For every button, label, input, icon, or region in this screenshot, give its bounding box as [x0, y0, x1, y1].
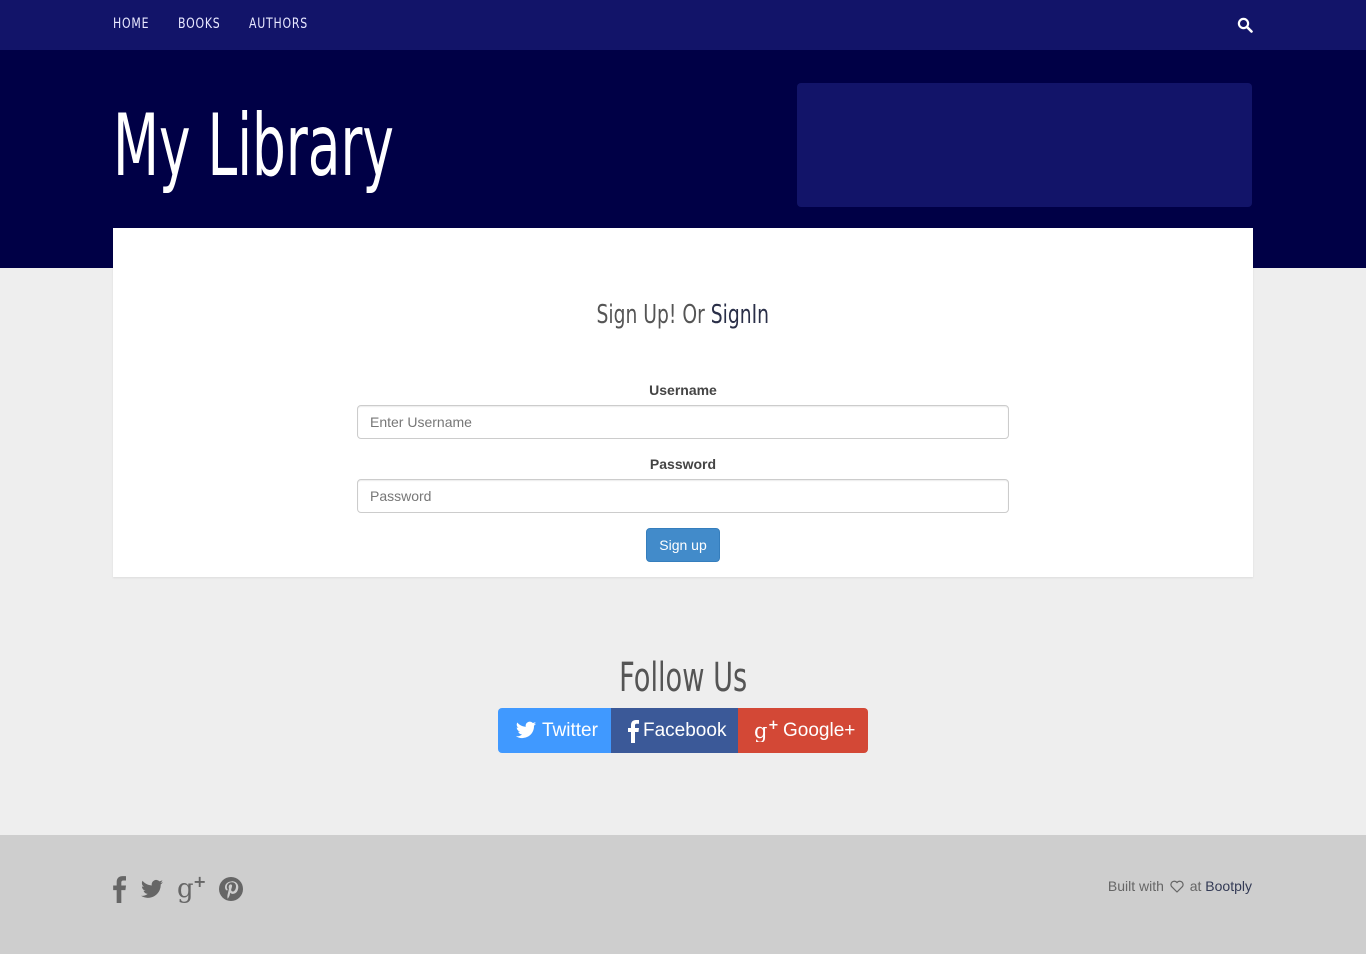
facebook-icon [628, 720, 639, 743]
heart-icon [1170, 880, 1184, 893]
signin-link[interactable]: SignIn [711, 300, 769, 330]
follow-heading: Follow Us [0, 655, 1366, 701]
twitter-button[interactable]: Twitter [498, 708, 611, 753]
top-navbar: HOME BOOKS AUTHORS [0, 0, 1366, 50]
facebook-label: Facebook [643, 720, 727, 741]
svg-text:g: g [754, 719, 767, 742]
credit-at-text: at [1189, 878, 1202, 894]
form-heading-text: Sign Up! Or [596, 300, 706, 330]
hero-panel [797, 83, 1252, 207]
footer: g + Built with at Bootply [0, 835, 1366, 954]
svg-text:+: + [193, 873, 206, 891]
password-input[interactable] [357, 479, 1009, 513]
twitter-label: Twitter [542, 720, 598, 741]
signup-button[interactable]: Sign up [646, 528, 720, 562]
nav-item-books[interactable]: BOOKS [178, 16, 220, 32]
nav-item-authors[interactable]: AUTHORS [249, 16, 308, 32]
form-heading: Sign Up! Or SignIn [113, 300, 1253, 330]
facebook-icon[interactable] [112, 875, 126, 903]
bootply-link[interactable]: Bootply [1205, 878, 1252, 894]
google-plus-button[interactable]: g + Google+ [738, 708, 868, 753]
google-plus-icon: g + [754, 718, 779, 742]
twitter-icon [515, 721, 537, 739]
pinterest-icon[interactable] [218, 876, 244, 902]
nav-item-home[interactable]: HOME [113, 16, 149, 32]
footer-credit: Built with at Bootply [1108, 878, 1252, 894]
username-label: Username [649, 382, 717, 398]
page-title: My Library [113, 96, 394, 196]
svg-text:+: + [768, 718, 779, 733]
credit-text: Built with [1107, 878, 1164, 894]
search-icon[interactable] [1237, 17, 1253, 33]
social-buttons: Twitter Facebook g + Google+ [498, 708, 868, 753]
google-plus-label: Google+ [783, 720, 856, 741]
svg-text:g: g [177, 874, 194, 904]
password-label: Password [649, 456, 717, 472]
google-plus-icon[interactable]: g + [177, 873, 207, 905]
facebook-button[interactable]: Facebook [611, 708, 738, 753]
signup-panel: Sign Up! Or SignIn Username Password Sig… [113, 228, 1253, 577]
username-input[interactable] [357, 405, 1009, 439]
follow-title-text: Follow Us [618, 655, 748, 701]
twitter-icon[interactable] [139, 877, 165, 901]
